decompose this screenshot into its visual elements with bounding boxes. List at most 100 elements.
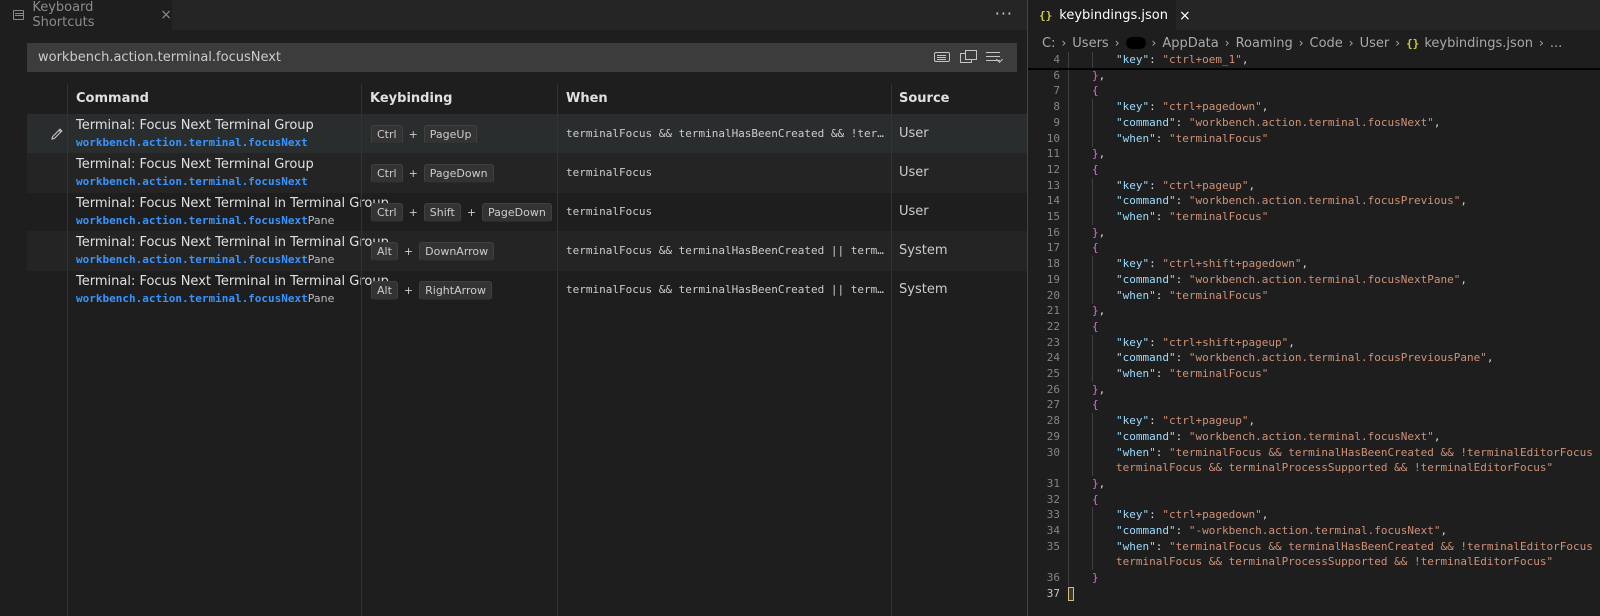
indent-guide <box>1068 287 1069 304</box>
code-token: "ctrl+pagedown" <box>1162 508 1262 522</box>
code-line[interactable]: 36} <box>1028 570 1600 587</box>
code-text: terminalFocus && terminalProcessSupporte… <box>1116 554 1553 570</box>
table-row[interactable]: Terminal: Focus Next Terminal in Termina… <box>27 270 1027 310</box>
code-token: { <box>1092 162 1099 176</box>
header-keybinding[interactable]: Keybinding <box>370 91 452 106</box>
when-clause: terminalFocus && terminalHasBeenCreated … <box>566 244 889 257</box>
more-actions-button[interactable]: ··· <box>995 4 1013 23</box>
code-area[interactable]: 4 "key": "ctrl+oem_1", 6}, 7{8 "key": "ctrl+… <box>1028 52 1600 616</box>
code-line[interactable]: 33 "key": "ctrl+pagedown", <box>1028 507 1600 524</box>
indent-guide <box>1068 523 1069 539</box>
column-divider[interactable] <box>361 84 362 616</box>
code-text: { <box>1092 492 1099 508</box>
breadcrumb-item[interactable]: User <box>1360 36 1390 51</box>
code-line[interactable]: 8 "key": "ctrl+pagedown", <box>1028 99 1600 116</box>
line-number: 36 <box>1046 571 1060 585</box>
code-line[interactable]: 22 { <box>1028 318 1600 335</box>
line-number: 24 <box>1046 351 1060 365</box>
code-token: , <box>1440 524 1448 537</box>
indent-guide <box>1068 114 1069 131</box>
breadcrumb-item[interactable]: ... <box>1550 36 1562 51</box>
code-line[interactable]: 7{ <box>1028 83 1600 100</box>
table-row[interactable]: Terminal: Focus Next Terminal in Termina… <box>27 192 1027 232</box>
code-line[interactable]: 14 "command": "workbench.action.terminal.… <box>1028 193 1600 210</box>
code-line[interactable]: 13 "key": "ctrl+pageup", <box>1028 177 1600 194</box>
search-input[interactable] <box>38 50 898 65</box>
code-token: } <box>1092 571 1099 585</box>
table-row[interactable]: Terminal: Focus Next Terminal in Termina… <box>27 231 1027 271</box>
table-row[interactable]: Terminal: Focus Next Terminal Group workb… <box>27 153 1027 193</box>
column-divider[interactable] <box>557 84 558 616</box>
code-line[interactable]: 37 <box>1028 586 1600 602</box>
line-number: 13 <box>1046 178 1060 192</box>
code-line[interactable]: 10 "when": "terminalFocus" <box>1028 130 1600 147</box>
code-token: "key" <box>1116 335 1150 349</box>
code-line[interactable]: 6}, <box>1028 67 1600 84</box>
record-keys-icon[interactable] <box>934 52 950 62</box>
code-line[interactable]: 12 { <box>1028 161 1600 178</box>
breadcrumb-item[interactable]: keybindings.json <box>1424 36 1533 51</box>
code-line[interactable]: 32 { <box>1028 491 1600 508</box>
code-line[interactable]: terminalFocus && terminalProcessSupporte… <box>1028 460 1600 477</box>
code-token: "command" <box>1116 351 1176 365</box>
code-line[interactable]: 18 "key": "ctrl+shift+pagedown", <box>1028 256 1600 273</box>
code-line[interactable]: 34 "command": "-workbench.action.terminal… <box>1028 523 1600 539</box>
line-number: 32 <box>1046 492 1060 506</box>
code-line[interactable]: 17 { <box>1028 240 1600 257</box>
clear-filter-icon[interactable] <box>986 50 1002 64</box>
code-line[interactable]: 19 "command": "workbench.action.terminal.… <box>1028 271 1600 288</box>
code-line[interactable]: 26}, <box>1028 381 1600 398</box>
code-token: "workbench.action.terminal.focusPrevious… <box>1188 194 1461 208</box>
tab-keyboard-shortcuts[interactable]: Keyboard Shortcuts × <box>0 0 172 30</box>
code-line[interactable]: 25 "when": "terminalFocus" <box>1028 366 1600 382</box>
code-line[interactable]: 20 "when": "terminalFocus" <box>1028 287 1600 304</box>
breadcrumb-item[interactable]: Code <box>1310 36 1343 51</box>
close-icon[interactable]: × <box>160 7 172 23</box>
command-id: workbench.action.terminal.focusNext <box>76 175 308 188</box>
code-token: : <box>1175 194 1189 208</box>
code-token: } <box>1092 382 1099 396</box>
keyboard-icon <box>13 10 25 20</box>
breadcrumb-item[interactable]: C: <box>1042 36 1055 51</box>
code-line[interactable]: 31}, <box>1028 475 1600 492</box>
code-token: "ctrl+pagedown" <box>1162 100 1262 114</box>
code-token: : <box>1149 508 1163 522</box>
edit-keybinding-icon[interactable] <box>49 126 65 142</box>
code-line[interactable]: terminalFocus && terminalProcessSupporte… <box>1028 554 1600 571</box>
code-line[interactable]: 23 "key": "ctrl+shift+pageup", <box>1028 334 1600 351</box>
code-token: , <box>1248 414 1256 428</box>
code-line[interactable]: 27 { <box>1028 397 1600 414</box>
close-icon[interactable]: × <box>1179 8 1191 24</box>
code-line[interactable]: 15 "when": "terminalFocus" <box>1028 209 1600 225</box>
code-line[interactable]: 24 "command": "workbench.action.terminal.… <box>1028 350 1600 367</box>
code-token: , <box>1433 429 1441 443</box>
code-text: "command": "workbench.action.terminal.fo… <box>1116 429 1441 445</box>
code-line[interactable]: 16}, <box>1028 224 1600 241</box>
code-line[interactable]: 9 "command": "workbench.action.terminal.f… <box>1028 114 1600 131</box>
code-token: : <box>1149 178 1163 192</box>
breadcrumb-item[interactable]: Users <box>1072 36 1108 51</box>
indent-guide <box>1068 428 1069 445</box>
code-line[interactable]: 4 "key": "ctrl+oem_1", <box>1028 52 1600 68</box>
code-line[interactable]: 28 "key": "ctrl+pageup", <box>1028 413 1600 430</box>
column-divider[interactable] <box>891 84 892 616</box>
header-command[interactable]: Command <box>76 91 149 106</box>
breadcrumb-separator: › <box>1298 36 1304 50</box>
breadcrumb-item[interactable]: AppData <box>1162 36 1218 51</box>
header-source[interactable]: Source <box>899 91 949 106</box>
breadcrumb-item[interactable]: Roaming <box>1236 36 1293 51</box>
code-line[interactable]: 11}, <box>1028 146 1600 163</box>
code-line[interactable]: 21}, <box>1028 303 1600 320</box>
code-token: : <box>1155 131 1169 145</box>
code-line[interactable]: 29 "command": "workbench.action.terminal.… <box>1028 428 1600 445</box>
code-line[interactable]: 35 "when": "terminalFocus && terminalHasB… <box>1028 538 1600 555</box>
table-row[interactable]: Terminal: Focus Next Terminal Group workb… <box>27 114 1027 154</box>
indent-guide <box>1068 99 1069 116</box>
code-token: : <box>1175 429 1189 443</box>
code-token: , <box>1098 225 1106 239</box>
tab-keybindings-json[interactable]: {} keybindings.json × <box>1028 0 1191 30</box>
code-line[interactable]: 30 "when": "terminalFocus && terminalHasB… <box>1028 444 1600 461</box>
sort-by-precedence-icon[interactable] <box>960 50 977 64</box>
tab-label: keybindings.json <box>1059 8 1168 23</box>
header-when[interactable]: When <box>566 91 608 106</box>
